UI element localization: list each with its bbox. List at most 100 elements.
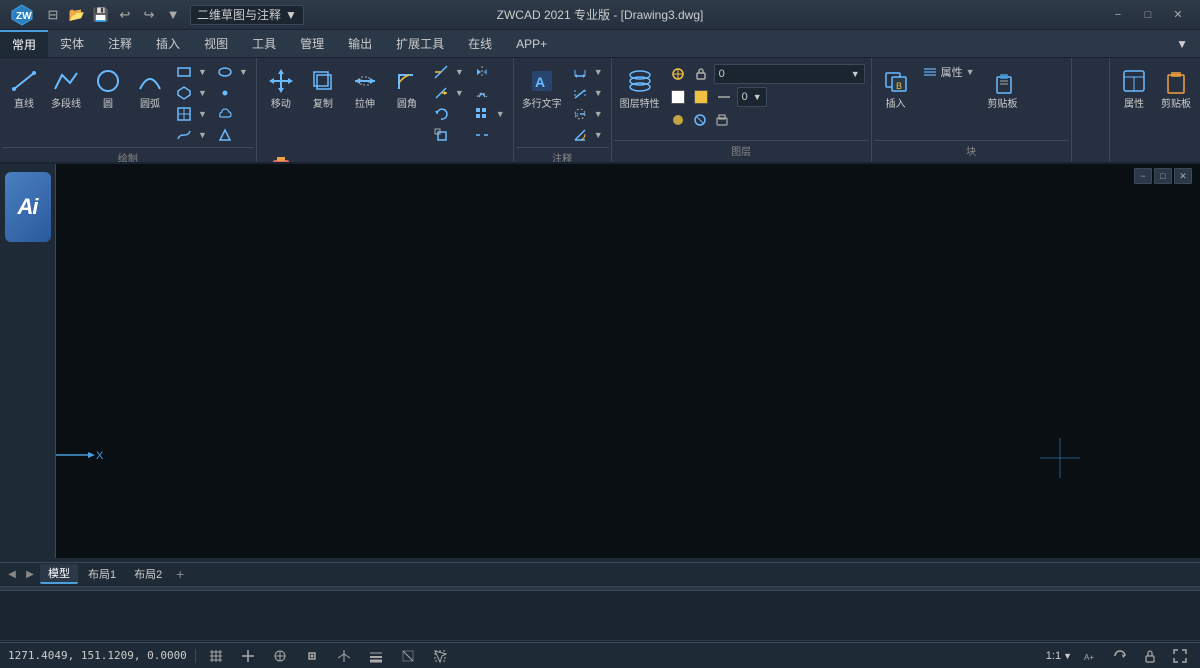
modify-rotate-button[interactable] xyxy=(429,104,468,124)
save-button[interactable]: 💾 xyxy=(90,4,112,26)
draw-point-button[interactable] xyxy=(213,83,252,103)
color-swatch-btn[interactable] xyxy=(668,87,688,107)
draw-spline-button[interactable]: ▼ xyxy=(172,125,211,145)
modify-trim-button[interactable]: ▼ xyxy=(429,62,468,82)
menu-tab-annotation[interactable]: 注释 xyxy=(96,30,144,57)
maximize-button[interactable]: □ xyxy=(1134,4,1162,26)
modify-scale-button[interactable] xyxy=(429,125,468,145)
menu-tab-solid[interactable]: 实体 xyxy=(48,30,96,57)
layer-print-btn[interactable] xyxy=(712,110,732,130)
lineweight-button[interactable] xyxy=(364,646,388,666)
draw-line-button[interactable]: 直线 xyxy=(4,62,44,114)
layer-lock-btn[interactable] xyxy=(691,64,711,84)
snap-3d-button[interactable] xyxy=(332,646,356,666)
qa-dropdown[interactable]: ▼ xyxy=(162,4,184,26)
annot-mtext-button[interactable]: A 多行文字 xyxy=(518,62,566,114)
draw-rect-button[interactable]: ▼ xyxy=(172,62,211,82)
draw-arc-button[interactable]: 圆弧 xyxy=(130,62,170,114)
draw-polygon-button[interactable]: ▼ xyxy=(172,83,211,103)
undo-button[interactable]: ↩ xyxy=(114,4,136,26)
color-swatch-yellow-btn[interactable] xyxy=(691,87,711,107)
draw-circle-button[interactable]: 圆 xyxy=(88,62,128,114)
modify-break-button[interactable] xyxy=(470,125,509,145)
transparency-button[interactable] xyxy=(396,646,420,666)
block-prop-button[interactable]: 属性 ▼ xyxy=(918,62,979,82)
modify-stretch-button[interactable]: 拉伸 xyxy=(345,62,385,114)
properties-panel-button[interactable]: 属性 xyxy=(1114,62,1154,114)
draw-wipeout-button[interactable] xyxy=(213,125,252,145)
modify-move-button[interactable]: 移动 xyxy=(261,62,301,114)
point-icon xyxy=(217,85,233,101)
annot-dim-align-button[interactable]: ▼ xyxy=(568,83,607,103)
layout-scroll-prev-button[interactable]: ◀ xyxy=(4,566,20,582)
close-button[interactable]: ✕ xyxy=(1164,4,1192,26)
linetype-dropdown[interactable]: 0 ▼ xyxy=(737,87,767,107)
draw-hatch-button[interactable]: ▼ xyxy=(172,104,211,124)
sub-close-button[interactable]: ✕ xyxy=(1174,168,1192,184)
linetype-icon-btn[interactable] xyxy=(714,87,734,107)
redo-button[interactable]: ↪ xyxy=(138,4,160,26)
modify-extend-button[interactable]: ▼ xyxy=(429,83,468,103)
layout-tab-model[interactable]: 模型 xyxy=(40,564,78,584)
menu-tab-manage[interactable]: 管理 xyxy=(288,30,336,57)
layer-freeze2-btn[interactable] xyxy=(690,110,710,130)
clipboard-paste-button[interactable]: 剪贴板 xyxy=(981,62,1025,114)
sub-maximize-button[interactable]: □ xyxy=(1154,168,1172,184)
menu-tab-insert[interactable]: 插入 xyxy=(144,30,192,57)
layer-name-dropdown[interactable]: 0 ▼ xyxy=(714,64,865,84)
menu-tab-output[interactable]: 输出 xyxy=(336,30,384,57)
sub-minimize-button[interactable]: − xyxy=(1134,168,1152,184)
new-button[interactable]: ⊟ xyxy=(42,4,64,26)
annotation-scale-button[interactable]: A+ xyxy=(1078,646,1102,666)
minimize-button[interactable]: − xyxy=(1104,4,1132,26)
snap-grid-button[interactable] xyxy=(204,646,228,666)
layout-add-button[interactable]: + xyxy=(172,566,188,582)
snap-osnap-button[interactable] xyxy=(300,646,324,666)
scale-dropdown[interactable]: 1:1 ▼ xyxy=(1046,650,1072,662)
svg-text:B: B xyxy=(896,81,902,91)
modify-offset-button[interactable] xyxy=(470,83,509,103)
layer-on-btn[interactable] xyxy=(668,110,688,130)
snap-polar-button[interactable] xyxy=(268,646,292,666)
ai-button[interactable]: Ai xyxy=(5,172,51,242)
main-canvas[interactable]: − □ ✕ Y X xyxy=(0,164,1200,558)
modify-mirror-button[interactable] xyxy=(470,62,509,82)
layer-prop-button[interactable]: 图层特性 xyxy=(616,62,664,114)
offset-icon xyxy=(474,85,490,101)
open-button[interactable]: 📂 xyxy=(66,4,88,26)
annotation-sync-button[interactable] xyxy=(1108,646,1132,666)
workspace-lock-button[interactable] xyxy=(1138,646,1162,666)
annot-dim-radius-button[interactable]: R ▼ xyxy=(568,104,607,124)
menu-tab-collapse[interactable]: ▼ xyxy=(1164,30,1200,57)
ribbon-group-layer: 图层特性 0 ▼ xyxy=(612,58,872,162)
layer-more-row xyxy=(668,110,865,130)
modify-erase-button[interactable]: 擦除 xyxy=(261,145,301,164)
modify-small-col2: ▼ xyxy=(470,62,509,145)
selection-button[interactable] xyxy=(428,646,452,666)
snap-ortho-button[interactable] xyxy=(236,646,260,666)
draw-pline-button[interactable]: 多段线 xyxy=(46,62,86,114)
fullscreen-button[interactable] xyxy=(1168,646,1192,666)
dim-radius-icon: R xyxy=(572,106,588,122)
polygon-icon xyxy=(176,85,192,101)
menu-tab-tools[interactable]: 工具 xyxy=(240,30,288,57)
annot-dim-angle-button[interactable]: ▼ xyxy=(568,125,607,145)
layout-scroll-next-button[interactable]: ▶ xyxy=(22,566,38,582)
clipboard-big-button[interactable]: 剪贴板 xyxy=(1156,62,1196,114)
workspace-dropdown[interactable]: 二维草图与注释 ▼ xyxy=(190,5,304,25)
menu-tab-online[interactable]: 在线 xyxy=(456,30,504,57)
menu-tab-ext[interactable]: 扩展工具 xyxy=(384,30,456,57)
block-insert-button[interactable]: B 插入 xyxy=(876,62,916,114)
menu-tab-common[interactable]: 常用 xyxy=(0,30,48,57)
modify-copy-button[interactable]: 复制 xyxy=(303,62,343,114)
modify-array-button[interactable]: ▼ xyxy=(470,104,509,124)
layout-tab-layout1[interactable]: 布局1 xyxy=(80,564,124,584)
modify-chamfer-button[interactable]: 圆角 xyxy=(387,62,427,114)
annot-dim-linear-button[interactable]: ▼ xyxy=(568,62,607,82)
layout-tab-layout2[interactable]: 布局2 xyxy=(126,564,170,584)
menu-tab-app[interactable]: APP+ xyxy=(504,30,559,57)
draw-cloud-button[interactable] xyxy=(213,104,252,124)
draw-ellipse-button[interactable]: ▼ xyxy=(213,62,252,82)
layer-freeze-btn[interactable] xyxy=(668,64,688,84)
menu-tab-view[interactable]: 视图 xyxy=(192,30,240,57)
